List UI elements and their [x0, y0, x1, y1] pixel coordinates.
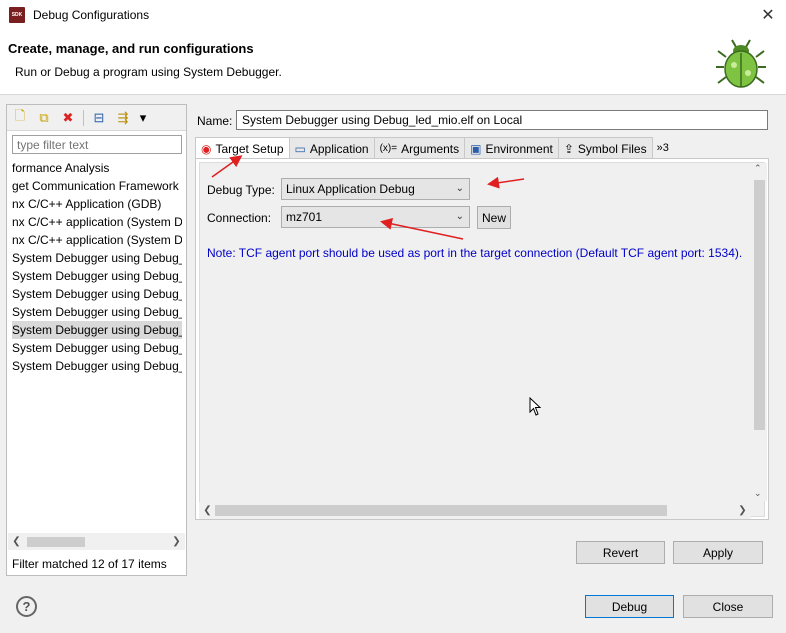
title-bar: SDK Debug Configurations ✕: [0, 0, 786, 31]
tab-vertical-scrollbar[interactable]: ⌃ ⌄: [751, 163, 767, 501]
close-button[interactable]: Close: [683, 595, 773, 618]
configuration-tree: formance Analysis get Communication Fram…: [12, 159, 182, 533]
duplicate-icon[interactable]: ⧉: [35, 109, 53, 127]
more-tabs-icon: »3: [656, 142, 669, 154]
toolbar-separator: [83, 109, 84, 126]
scroll-left-arrow-icon[interactable]: ❮: [199, 502, 216, 519]
tree-item[interactable]: System Debugger using Debug_: [12, 285, 182, 303]
tab-label: Arguments: [401, 141, 460, 156]
tab-environment[interactable]: ▣ Environment: [464, 137, 559, 159]
connection-value: mz701: [286, 210, 323, 224]
close-window-icon[interactable]: ✕: [758, 5, 778, 25]
debug-button[interactable]: Debug: [585, 595, 674, 618]
debug-type-value: Linux Application Debug: [286, 182, 415, 196]
tree-item[interactable]: System Debugger using Debug_: [12, 339, 182, 357]
tab-label: Target Setup: [215, 142, 284, 156]
tab-label: Environment: [485, 141, 553, 156]
environment-icon: ▣: [470, 141, 482, 156]
tree-item[interactable]: nx C/C++ application (System D: [12, 213, 182, 231]
tree-item[interactable]: System Debugger using Debug_: [12, 357, 182, 375]
scroll-up-arrow-icon[interactable]: ⌃: [754, 163, 762, 174]
scroll-right-arrow-icon[interactable]: ❯: [168, 533, 185, 550]
window-title: Debug Configurations: [33, 8, 150, 22]
tree-item-selected[interactable]: System Debugger using Debug_: [12, 321, 182, 339]
mouse-cursor-icon: [529, 397, 542, 416]
connection-select[interactable]: mz701 ⌄: [281, 206, 470, 228]
scroll-thumb[interactable]: [27, 537, 85, 547]
debug-bug-icon: [716, 39, 766, 88]
header-title: Create, manage, and run configurations: [8, 41, 254, 56]
configuration-tree-panel: 🗋 ⧉ ✖ ⊟ ⇶ ▾ formance Analysis get Commun…: [6, 104, 187, 576]
tree-item[interactable]: formance Analysis: [12, 159, 182, 177]
view-menu-icon[interactable]: ▾: [138, 109, 148, 127]
tab-label: Application: [309, 141, 369, 156]
apply-button[interactable]: Apply: [673, 541, 763, 564]
new-config-icon[interactable]: 🗋: [11, 108, 29, 127]
tab-arguments[interactable]: (x)= Arguments: [373, 137, 466, 159]
revert-button[interactable]: Revert: [576, 541, 665, 564]
filter-icon[interactable]: ⇶: [114, 109, 132, 127]
tree-toolbar: 🗋 ⧉ ✖ ⊟ ⇶ ▾: [7, 105, 186, 131]
scroll-left-arrow-icon[interactable]: ❮: [8, 533, 25, 550]
filter-input[interactable]: [12, 135, 182, 154]
sdk-app-icon: SDK: [9, 7, 25, 23]
chevron-down-icon: ⌄: [455, 183, 464, 194]
symbol-files-icon: ⇪: [563, 141, 574, 156]
scroll-thumb[interactable]: [215, 505, 667, 516]
tree-item[interactable]: get Communication Framework: [12, 177, 182, 195]
delete-icon[interactable]: ✖: [59, 109, 77, 127]
target-icon: ◉: [201, 142, 212, 156]
debug-type-label: Debug Type:: [207, 183, 275, 197]
filter-status: Filter matched 12 of 17 items: [12, 557, 167, 571]
tab-horizontal-scrollbar[interactable]: ❮ ❯: [199, 502, 751, 519]
name-input[interactable]: System Debugger using Debug_led_mio.elf …: [236, 110, 768, 130]
scroll-thumb[interactable]: [754, 180, 765, 430]
scroll-down-arrow-icon[interactable]: ⌄: [754, 488, 762, 499]
help-icon[interactable]: ?: [16, 596, 37, 617]
tree-item[interactable]: nx C/C++ application (System D: [12, 231, 182, 249]
scroll-right-arrow-icon[interactable]: ❯: [734, 502, 751, 519]
connection-label: Connection:: [207, 211, 272, 225]
name-label: Name:: [197, 114, 233, 128]
application-icon: ▭: [294, 141, 306, 156]
tab-label: Symbol Files: [577, 141, 647, 156]
tcf-note: Note: TCF agent port should be used as p…: [207, 246, 743, 260]
tab-application[interactable]: ▭ Application: [288, 137, 375, 159]
chevron-down-icon: ⌄: [455, 211, 464, 222]
new-connection-button[interactable]: New: [477, 206, 511, 229]
debug-type-select[interactable]: Linux Application Debug ⌄: [281, 178, 470, 200]
tab-more[interactable]: »3: [652, 137, 674, 159]
arguments-icon: (x)=: [379, 143, 398, 154]
tab-target-setup[interactable]: ◉ Target Setup: [195, 137, 290, 160]
tab-symbol-files[interactable]: ⇪ Symbol Files: [557, 137, 653, 159]
collapse-all-icon[interactable]: ⊟: [90, 109, 108, 127]
dialog-header: Create, manage, and run configurations R…: [0, 31, 786, 95]
tree-item[interactable]: System Debugger using Debug_: [12, 303, 182, 321]
tree-item[interactable]: System Debugger using Debug_: [12, 249, 182, 267]
tree-horizontal-scrollbar[interactable]: ❮ ❯: [8, 533, 185, 550]
tree-item[interactable]: nx C/C++ Application (GDB): [12, 195, 182, 213]
header-subtitle: Run or Debug a program using System Debu…: [15, 65, 282, 79]
tree-item[interactable]: System Debugger using Debug_: [12, 267, 182, 285]
config-tabs: ◉ Target Setup ▭ Application (x)= Argume…: [195, 137, 674, 160]
